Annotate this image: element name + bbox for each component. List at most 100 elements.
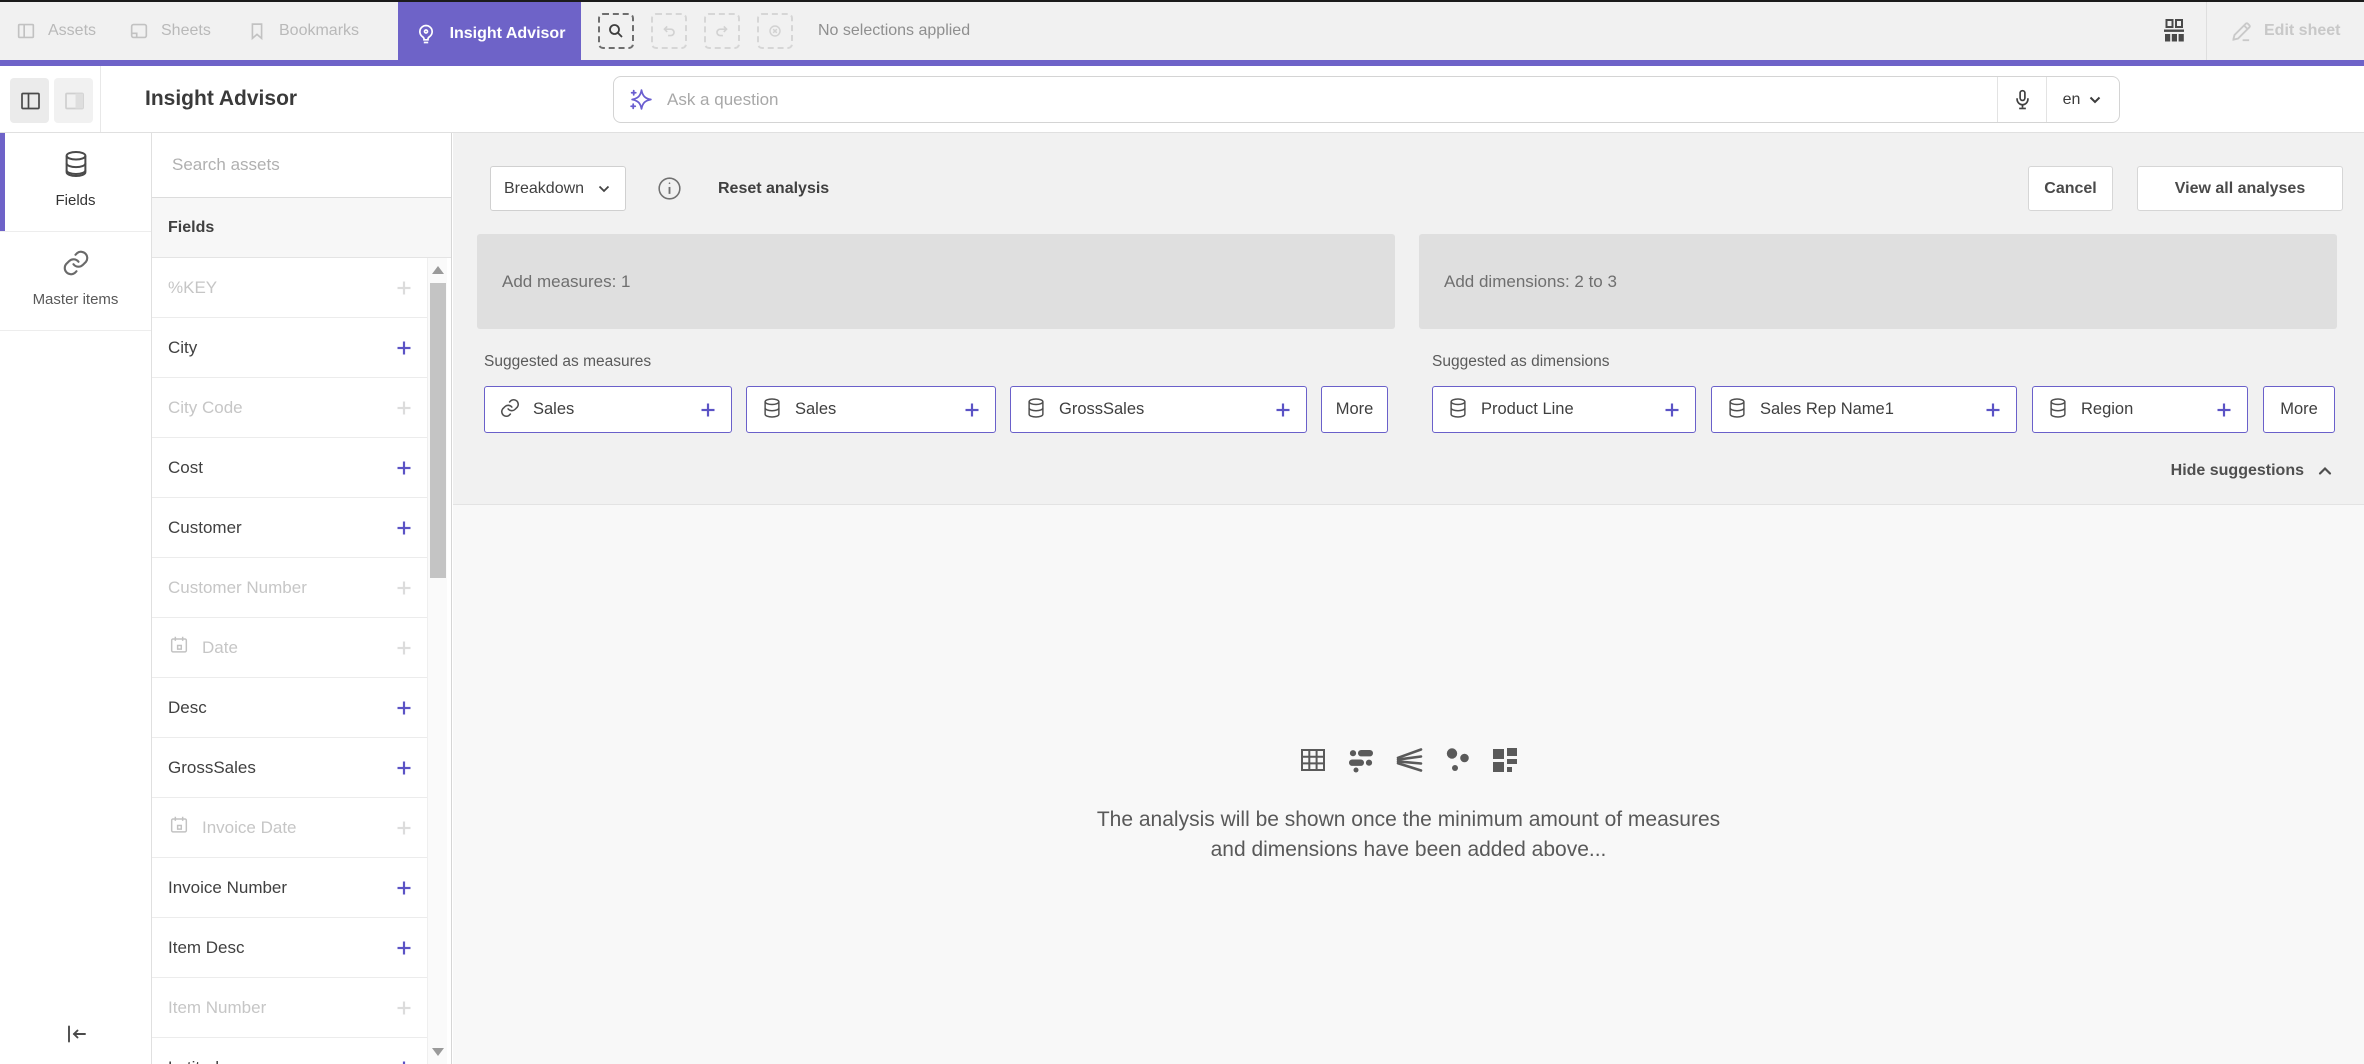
add-field-button[interactable] — [395, 759, 413, 777]
tab-label: Sheets — [161, 22, 211, 40]
edit-sheet-label: Edit sheet — [2264, 22, 2340, 40]
field-row: Invoice Date — [152, 798, 427, 858]
fields-section-header: Fields — [152, 198, 451, 258]
cancel-button[interactable]: Cancel — [2028, 166, 2113, 211]
sheets-icon — [128, 20, 150, 42]
more-dimensions-button[interactable]: More — [2263, 386, 2335, 433]
assets-search — [152, 133, 451, 198]
add-dimensions-dropzone[interactable]: Add dimensions: 2 to 3 — [1419, 234, 2337, 329]
tab-bookmarks: Bookmarks — [246, 2, 359, 60]
top-toolbar: Assets Sheets Bookmarks Insight Advisor — [0, 2, 2364, 60]
field-row[interactable]: Item Desc — [152, 918, 427, 978]
search-selections-button[interactable] — [598, 13, 634, 49]
analysis-type-dropdown[interactable]: Breakdown — [490, 166, 626, 211]
plus-icon — [395, 1059, 413, 1064]
add-field-button[interactable] — [395, 879, 413, 897]
app-overview-button[interactable] — [2155, 13, 2193, 49]
add-field-button[interactable] — [395, 519, 413, 537]
dimension-suggestions-row: Product Line Sales Rep Name1 Region More — [1432, 386, 2335, 433]
search-assets-input[interactable] — [152, 133, 451, 197]
rail-item-fields[interactable]: Fields — [0, 133, 151, 232]
scrollbar[interactable] — [427, 258, 447, 1064]
plus-icon — [395, 759, 413, 777]
field-row: Customer Number — [152, 558, 427, 618]
collapse-left-icon — [64, 1021, 90, 1047]
panel-right-icon — [62, 89, 86, 113]
panel-left-icon — [18, 89, 42, 113]
add-field-button[interactable] — [395, 699, 413, 717]
search-icon — [606, 21, 626, 41]
language-selector[interactable]: en — [2047, 77, 2119, 122]
field-row[interactable]: Desc — [152, 678, 427, 738]
analysis-canvas: Breakdown Reset analysis Cancel View all… — [453, 133, 2364, 1064]
add-icon — [2215, 401, 2233, 419]
plus-icon — [395, 999, 413, 1017]
add-field-button[interactable] — [395, 939, 413, 957]
add-icon — [1663, 401, 1681, 419]
hide-suggestions-button[interactable]: Hide suggestions — [2171, 462, 2334, 480]
field-name: Customer — [168, 518, 242, 538]
ask-question-box: en — [613, 76, 2120, 123]
suggested-dimensions-label: Suggested as dimensions — [1432, 353, 1610, 371]
add-field-button — [395, 819, 413, 837]
plus-icon — [395, 399, 413, 417]
calendar-icon — [168, 814, 190, 841]
plus-icon — [395, 579, 413, 597]
scroll-up-arrow[interactable] — [432, 266, 444, 274]
field-name: Invoice Number — [168, 878, 287, 898]
collapse-panel-button[interactable] — [63, 1020, 91, 1048]
field-row[interactable]: Cost — [152, 438, 427, 498]
empty-state-message: The analysis will be shown once the mini… — [1089, 805, 1729, 865]
toggle-right-panel-button[interactable] — [54, 78, 93, 123]
reset-analysis-button[interactable]: Reset analysis — [718, 166, 829, 211]
field-row[interactable]: GrossSales — [152, 738, 427, 798]
redo-icon — [712, 21, 732, 41]
more-measures-button[interactable]: More — [1321, 386, 1388, 433]
suggestion-chip[interactable]: Sales — [484, 386, 732, 433]
plus-icon — [395, 699, 413, 717]
add-field-button — [395, 399, 413, 417]
tab-label: Insight Advisor — [450, 25, 566, 43]
suggestion-chip[interactable]: Sales Rep Name1 — [1711, 386, 2017, 433]
add-icon — [963, 401, 981, 419]
page-title: Insight Advisor — [145, 66, 297, 132]
add-field-button[interactable] — [395, 459, 413, 477]
field-row[interactable]: Latitude — [152, 1038, 427, 1064]
suggestion-chip[interactable]: Sales — [746, 386, 996, 433]
suggestion-name: Sales Rep Name1 — [1760, 400, 1894, 419]
tab-insight-advisor[interactable]: Insight Advisor — [398, 2, 581, 66]
database-icon — [1447, 397, 1469, 422]
suggestion-name: Region — [2081, 400, 2133, 419]
add-field-button[interactable] — [395, 339, 413, 357]
field-row[interactable]: Customer — [152, 498, 427, 558]
suggestion-name: Sales — [533, 400, 574, 419]
field-row[interactable]: City — [152, 318, 427, 378]
database-icon — [1726, 397, 1748, 422]
add-measures-dropzone[interactable]: Add measures: 1 — [477, 234, 1395, 329]
distribution-plot-icon — [1346, 745, 1376, 775]
add-icon — [699, 401, 717, 419]
step-forward-button — [704, 13, 740, 49]
scrollbar-thumb[interactable] — [430, 283, 446, 578]
view-all-analyses-button[interactable]: View all analyses — [2137, 166, 2343, 211]
scroll-down-arrow[interactable] — [432, 1048, 444, 1056]
suggestion-chip[interactable]: GrossSales — [1010, 386, 1307, 433]
suggestion-chip[interactable]: Product Line — [1432, 386, 1696, 433]
ask-question-input[interactable] — [667, 90, 1997, 110]
subheader: Insight Advisor en — [0, 66, 2364, 133]
pencil-icon — [2228, 18, 2254, 44]
toggle-left-panel-button[interactable] — [10, 78, 49, 123]
tab-label: Assets — [48, 22, 96, 40]
info-button[interactable] — [654, 173, 685, 204]
funnel-chart-icon — [1394, 745, 1424, 775]
field-row: Item Number — [152, 978, 427, 1038]
field-name: Desc — [168, 698, 207, 718]
voice-input-button[interactable] — [1998, 77, 2046, 122]
suggestion-name: GrossSales — [1059, 400, 1144, 419]
field-row[interactable]: Invoice Number — [152, 858, 427, 918]
clear-circle-icon — [765, 21, 785, 41]
rail-item-master-items[interactable]: Master items — [0, 232, 151, 331]
add-field-button[interactable] — [395, 1059, 413, 1064]
plus-icon — [395, 639, 413, 657]
suggestion-chip[interactable]: Region — [2032, 386, 2248, 433]
